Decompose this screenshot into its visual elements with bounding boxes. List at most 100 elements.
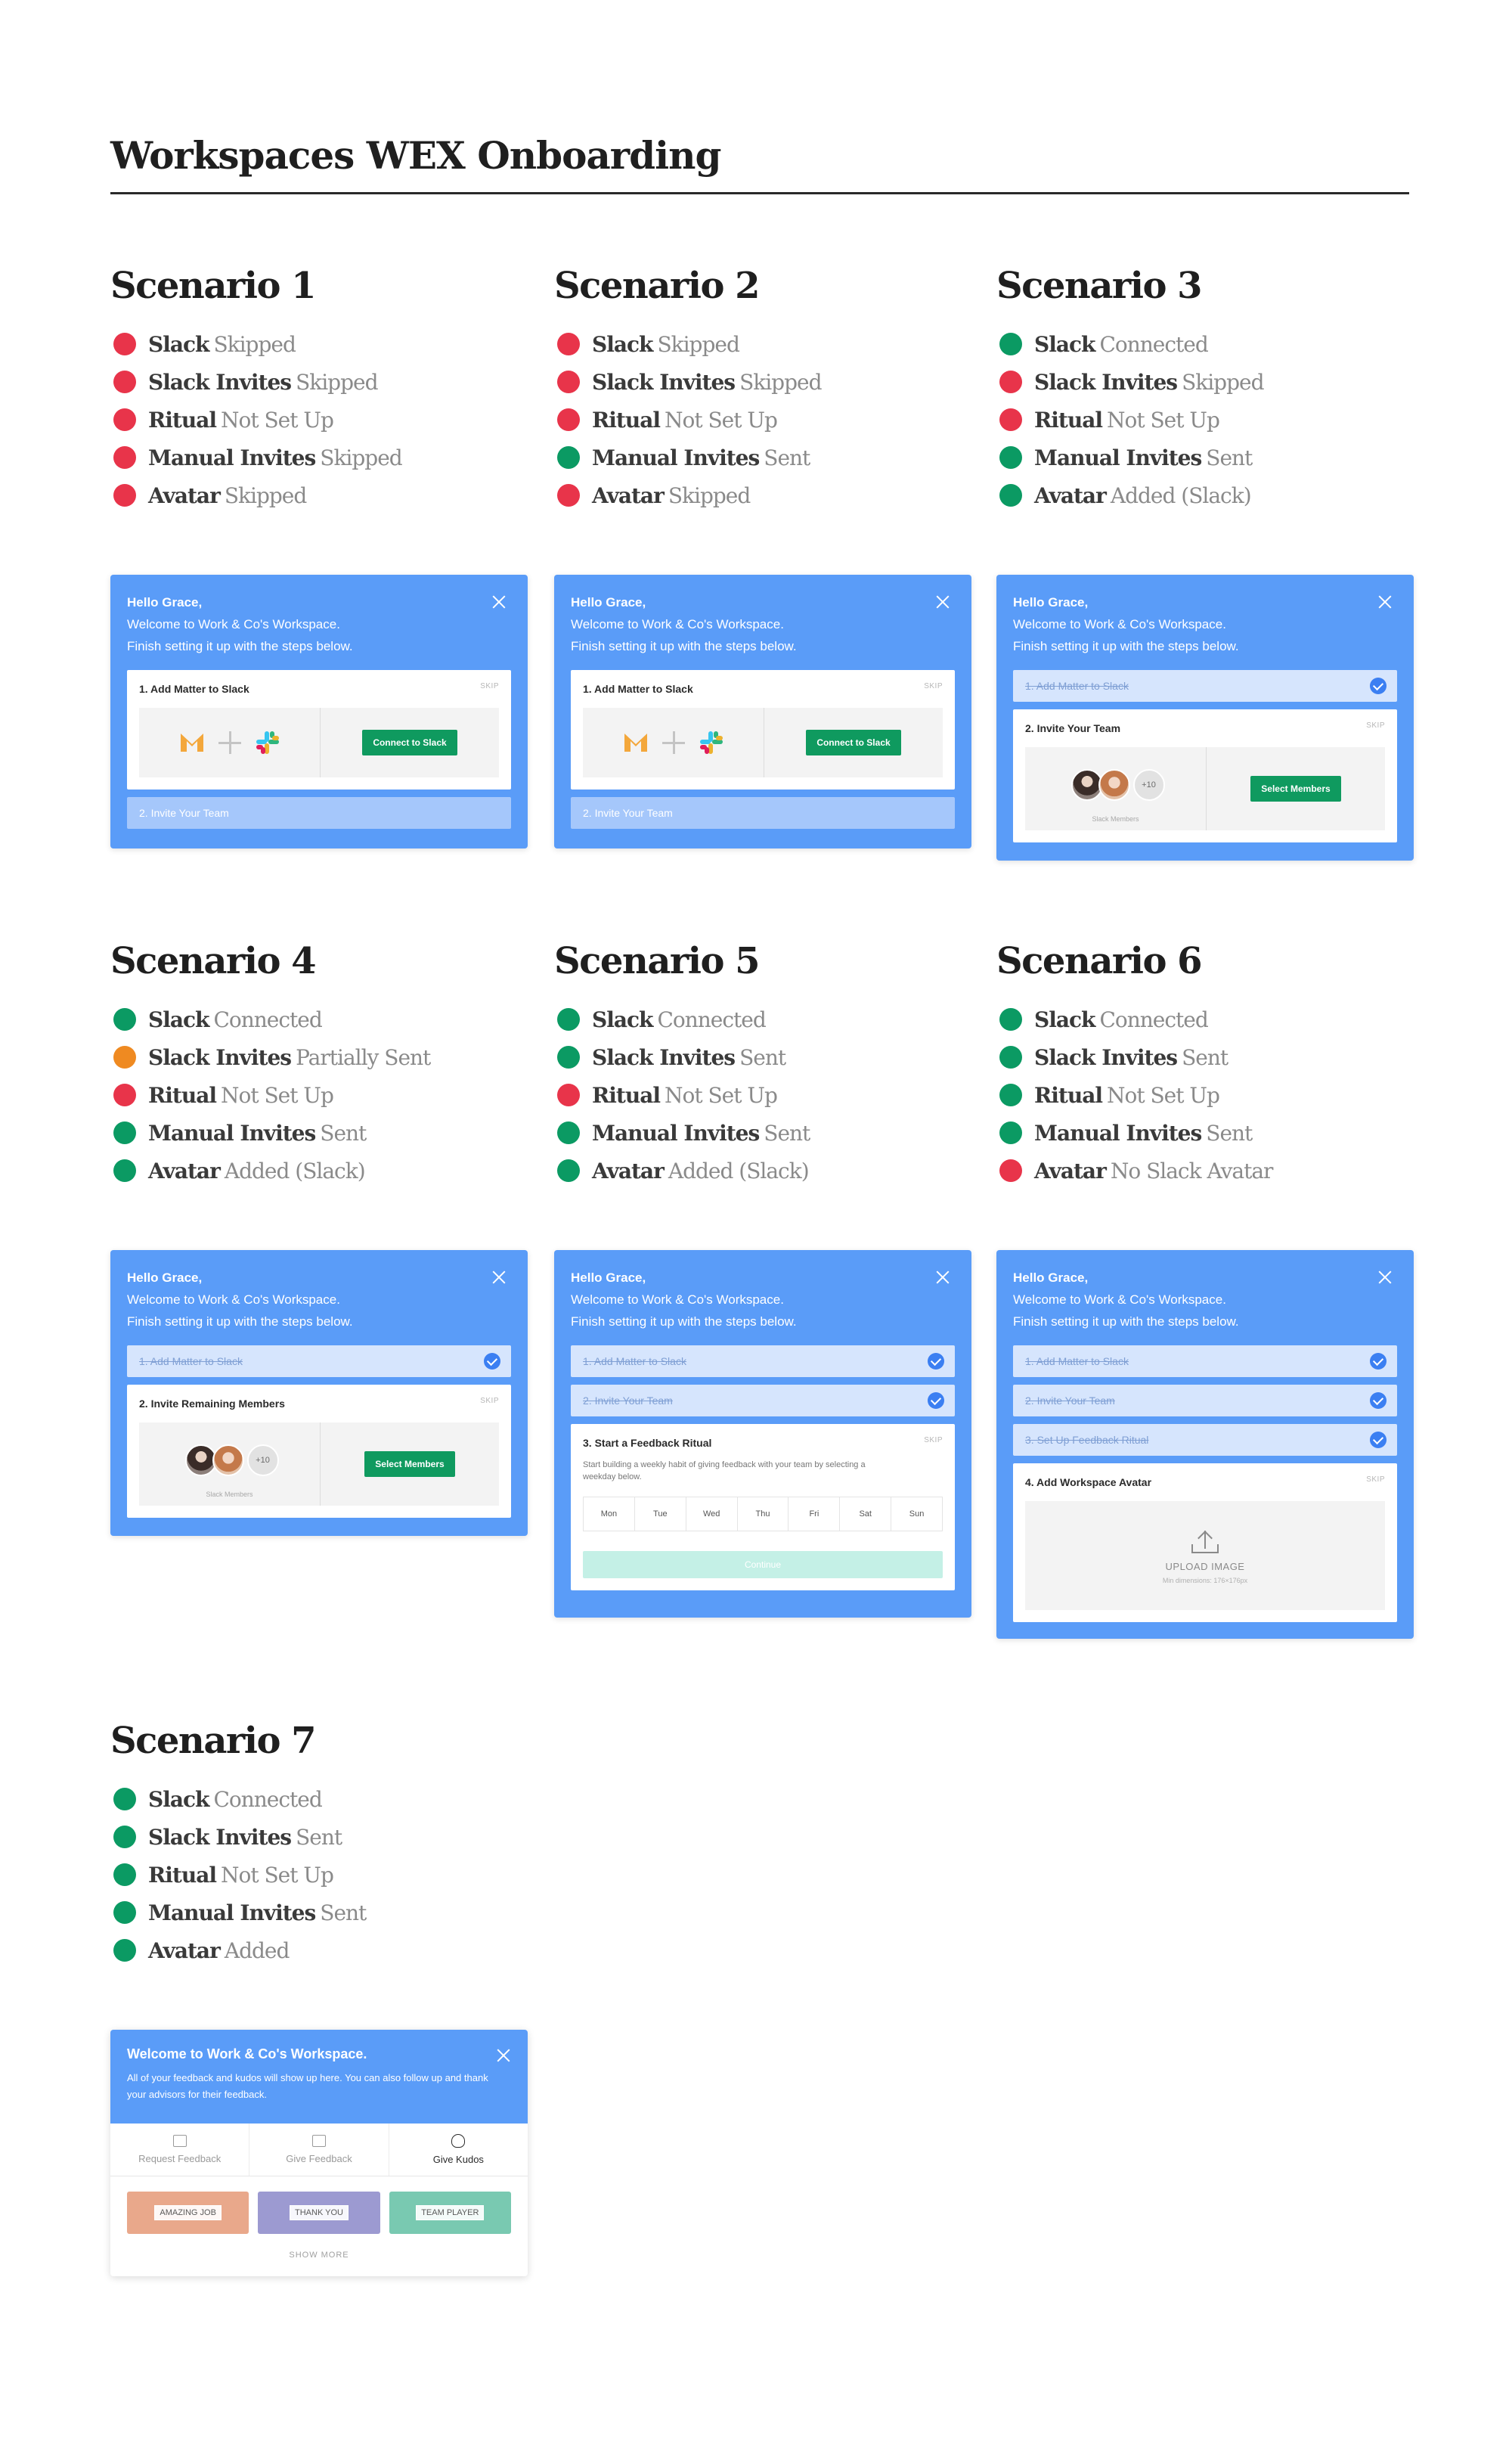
- status-label: Avatar: [1034, 1158, 1107, 1184]
- step-title: 2. Invite Your Team: [1025, 722, 1121, 734]
- status-value: Added (Slack): [668, 1158, 810, 1184]
- kudo-amazing-job[interactable]: AMAZING JOB: [127, 2192, 249, 2234]
- status-dot-icon: [557, 371, 580, 393]
- connect-to-slack-button[interactable]: Connect to Slack: [806, 730, 901, 755]
- step-feedback-ritual: 3. Start a Feedback Ritual SKIP Start bu…: [571, 1424, 955, 1590]
- tab-request-feedback[interactable]: Request Feedback: [110, 2124, 250, 2176]
- tab-give-feedback[interactable]: Give Feedback: [249, 2124, 389, 2176]
- status-value: Not Set Up: [1106, 1082, 1220, 1108]
- step-add-to-slack-done[interactable]: 1. Add Matter to Slack: [127, 1345, 511, 1377]
- day-mon[interactable]: Mon: [584, 1497, 635, 1531]
- status-value: Not Set Up: [220, 407, 334, 433]
- hand-icon: [451, 2134, 466, 2148]
- status-label: Slack: [1034, 1007, 1095, 1032]
- connect-to-slack-button[interactable]: Connect to Slack: [362, 730, 457, 755]
- more-members-count: +10: [1132, 769, 1165, 801]
- skip-link[interactable]: SKIP: [924, 1436, 943, 1444]
- close-icon[interactable]: [496, 2048, 511, 2063]
- scenario-4: Scenario 4 Slack Connected Slack Invites Pa…: [110, 938, 528, 1536]
- step-body: +10 Slack Members Select Members: [139, 1422, 499, 1506]
- step-add-to-slack-done[interactable]: 1. Add Matter to Slack: [571, 1345, 955, 1377]
- skip-link[interactable]: SKIP: [1366, 1475, 1385, 1484]
- status-item: Slack Invites Partially Sent: [110, 1038, 528, 1076]
- day-tue[interactable]: Tue: [635, 1497, 686, 1531]
- integration-logos: [139, 708, 321, 777]
- close-icon[interactable]: [1377, 594, 1393, 610]
- check-icon: [1370, 1432, 1387, 1448]
- kudo-thank-you[interactable]: THANK YOU: [258, 2192, 380, 2234]
- tab-give-kudos[interactable]: Give Kudos: [389, 2124, 528, 2176]
- status-dot-icon: [113, 1046, 136, 1069]
- day-thu[interactable]: Thu: [738, 1497, 789, 1531]
- avatar: [212, 1444, 244, 1476]
- step-add-to-slack: 1. Add Matter to Slack SKIP Connect to S…: [571, 670, 955, 790]
- day-sat[interactable]: Sat: [840, 1497, 892, 1531]
- status-value: Sent: [764, 1120, 810, 1146]
- scenario-1: Scenario 1 Slack Skipped Slack Invites Skip…: [110, 263, 528, 848]
- status-dot-icon: [113, 1008, 136, 1031]
- step-label: 1. Add Matter to Slack: [1025, 1355, 1129, 1367]
- close-icon[interactable]: [935, 594, 950, 610]
- continue-button[interactable]: Continue: [583, 1551, 943, 1578]
- day-fri[interactable]: Fri: [789, 1497, 841, 1531]
- greeting: Hello Grace,: [1013, 595, 1089, 610]
- status-dot-icon: [113, 408, 136, 431]
- kudo-label: THANK YOU: [290, 2205, 349, 2220]
- step-title: 2. Invite Remaining Members: [139, 1398, 285, 1410]
- close-icon[interactable]: [491, 594, 507, 610]
- status-value: Added: [224, 1937, 290, 1963]
- status-item: Avatar No Slack Avatar: [996, 1152, 1414, 1190]
- check-icon: [928, 1392, 944, 1409]
- status-dot-icon: [999, 408, 1022, 431]
- status-label: Manual Invites: [592, 445, 760, 470]
- status-list: Slack Skipped Slack Invites Skipped Ritual No…: [554, 325, 971, 514]
- select-members-button[interactable]: Select Members: [1250, 776, 1341, 802]
- status-label: Avatar: [148, 1937, 221, 1963]
- slack-members: +10 Slack Members: [139, 1422, 321, 1506]
- status-value: Not Set Up: [220, 1862, 334, 1888]
- status-label: Manual Invites: [1034, 445, 1202, 470]
- page-title: Workspaces WEX Onboarding: [110, 133, 721, 178]
- status-dot-icon: [113, 1084, 136, 1106]
- show-more-link[interactable]: SHOW MORE: [110, 2251, 528, 2276]
- status-dot-icon: [113, 1159, 136, 1182]
- status-item: Avatar Added (Slack): [554, 1152, 971, 1190]
- close-icon[interactable]: [1377, 1270, 1393, 1285]
- kudo-team-player[interactable]: TEAM PLAYER: [389, 2192, 511, 2234]
- close-icon[interactable]: [491, 1270, 507, 1285]
- status-item: Avatar Skipped: [554, 476, 971, 514]
- status-label: Slack: [148, 331, 209, 357]
- step-invite-team-done[interactable]: 2. Invite Your Team: [571, 1385, 955, 1416]
- step-label: 3. Set Up Feedback Ritual: [1025, 1434, 1149, 1446]
- status-item: Manual Invites Sent: [996, 439, 1414, 476]
- close-icon[interactable]: [935, 1270, 950, 1285]
- status-item: Slack Connected: [554, 1000, 971, 1038]
- upload-image-dropzone[interactable]: UPLOAD IMAGE Min dimensions: 176×176px: [1025, 1501, 1385, 1610]
- kudo-label: AMAZING JOB: [154, 2205, 222, 2220]
- status-dot-icon: [557, 333, 580, 355]
- status-label: Ritual: [148, 1862, 217, 1888]
- scenario-title: Scenario 7: [110, 1720, 317, 1762]
- step-invite-team[interactable]: 2. Invite Your Team: [127, 797, 511, 829]
- day-wed[interactable]: Wed: [686, 1497, 738, 1531]
- skip-link[interactable]: SKIP: [1366, 721, 1385, 730]
- step-add-to-slack-done[interactable]: 1. Add Matter to Slack: [1013, 670, 1397, 702]
- skip-link[interactable]: SKIP: [480, 1397, 499, 1405]
- status-label: Ritual: [592, 1082, 661, 1108]
- status-value: Not Set Up: [664, 407, 778, 433]
- skip-link[interactable]: SKIP: [480, 682, 499, 690]
- scenario-6: Scenario 6 Slack Connected Slack Invites Se…: [996, 938, 1414, 1639]
- scenario-title: Scenario 2: [554, 265, 761, 307]
- step-invite-team-done[interactable]: 2. Invite Your Team: [1013, 1385, 1397, 1416]
- status-label: Slack: [148, 1786, 209, 1812]
- day-sun[interactable]: Sun: [891, 1497, 942, 1531]
- select-members-button[interactable]: Select Members: [364, 1451, 455, 1477]
- status-label: Slack: [592, 1007, 653, 1032]
- step-invite-team[interactable]: 2. Invite Your Team: [571, 797, 955, 829]
- step-ritual-done[interactable]: 3. Set Up Feedback Ritual: [1013, 1424, 1397, 1456]
- card-header: Hello Grace, Welcome to Work & Co's Work…: [1013, 1267, 1397, 1345]
- status-value: Sent: [739, 1044, 786, 1070]
- skip-link[interactable]: SKIP: [924, 682, 943, 690]
- step-add-to-slack-done[interactable]: 1. Add Matter to Slack: [1013, 1345, 1397, 1377]
- status-item: Slack Invites Sent: [554, 1038, 971, 1076]
